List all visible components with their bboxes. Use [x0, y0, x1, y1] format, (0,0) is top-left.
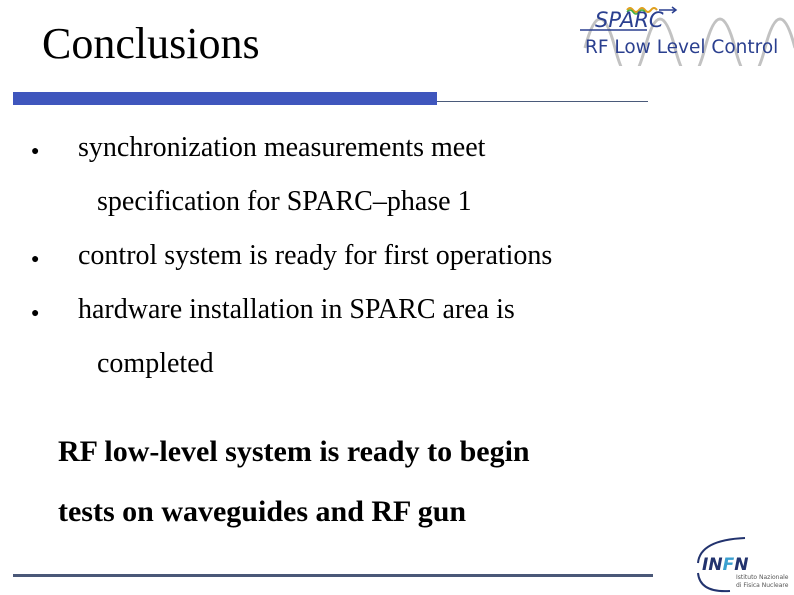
bullet-icon: ● — [31, 306, 40, 321]
footer-rule — [13, 574, 653, 577]
title-accent-bar — [13, 92, 437, 105]
bullet-text: synchronization measurements meet — [78, 132, 486, 163]
bullet-text: control system is ready for first operat… — [78, 240, 553, 271]
sparc-logo-name: SPARC — [595, 8, 664, 32]
conclusion-line: tests on waveguides and RF gun — [58, 495, 467, 528]
infn-logo-line1: Istituto Nazionale — [736, 574, 789, 581]
bullet-text: hardware installation in SPARC area is — [78, 294, 515, 325]
conclusion-line: RF low-level system is ready to begin — [58, 435, 530, 468]
infn-logo: INFN Istituto Nazionale di Fisica Nuclea… — [697, 537, 789, 593]
bullet-icon: ● — [31, 144, 40, 159]
sparc-logo: SPARC RF Low Level Control — [580, 6, 794, 66]
bullet-icon: ● — [31, 252, 40, 267]
sparc-logo-subtitle: RF Low Level Control — [585, 37, 778, 58]
title-rule — [437, 101, 648, 102]
infn-logo-name: INFN — [702, 555, 748, 575]
bullet-text-continuation: specification for SPARC–phase 1 — [97, 186, 472, 217]
slide-title: Conclusions — [42, 19, 260, 68]
bullet-text-continuation: completed — [97, 348, 214, 379]
infn-logo-line2: di Fisica Nucleare — [736, 582, 789, 589]
